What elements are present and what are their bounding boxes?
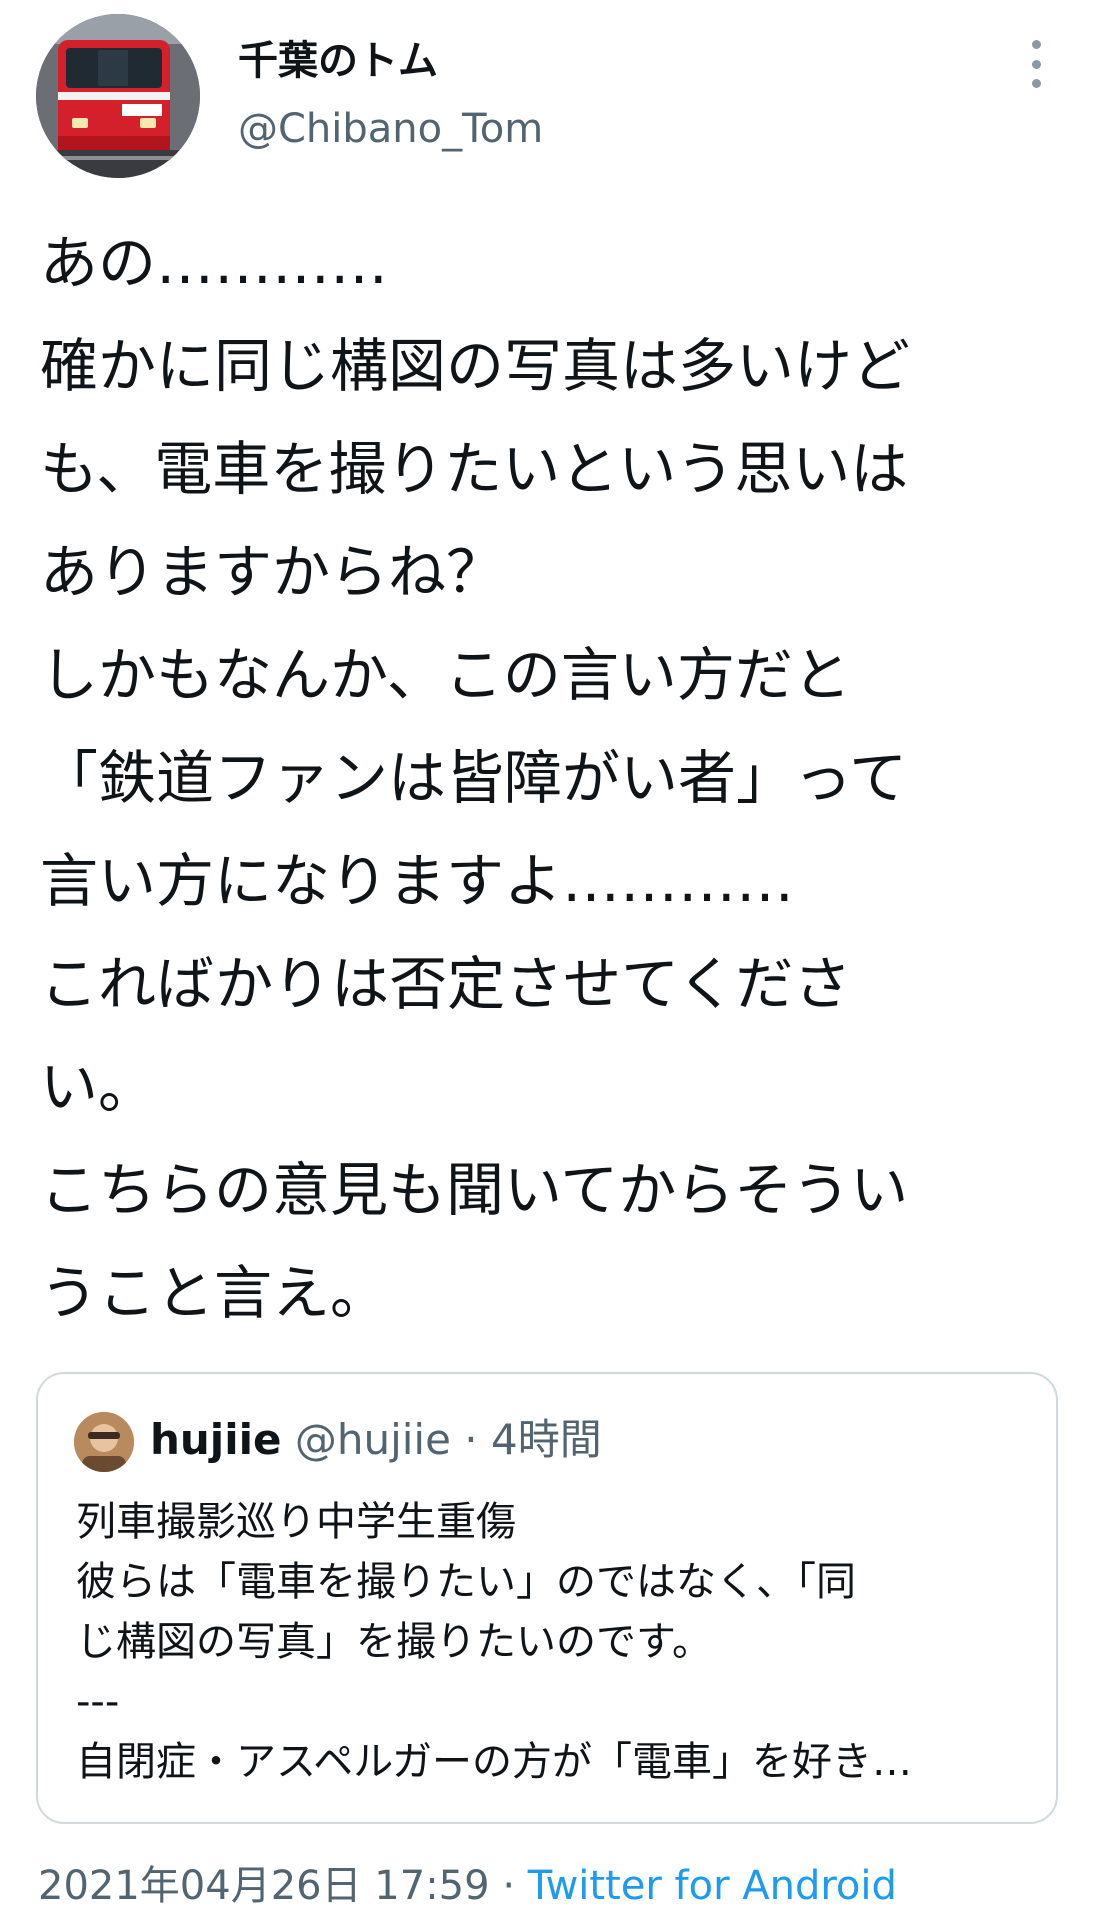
quote-header: hujiie @hujiie · 4時間 [150, 1410, 602, 1470]
quote-text: 列車撮影巡り中学生重傷 彼らは「電車を撮りたい」のではなく、「同 じ構図の写真」… [76, 1492, 1036, 1792]
quote-line: --- [76, 1679, 120, 1725]
tweet-source-link[interactable]: Twitter for Android [528, 1863, 897, 1909]
tweet-line: 言い方になりますよ………… [40, 847, 795, 915]
author-handle[interactable]: @Chibano_Tom [238, 106, 543, 152]
meta-separator: · [502, 1863, 516, 1909]
tweet-timestamp[interactable]: 2021年04月26日 17:59 [38, 1863, 490, 1909]
more-dot [1031, 79, 1041, 88]
author-display-name[interactable]: 千葉のトム [238, 28, 438, 86]
more-dot [1031, 59, 1041, 69]
quote-line: 自閉症・アスペルガーの方が「電車」を好き… [76, 1739, 912, 1785]
quoted-tweet-card[interactable]: hujiie @hujiie · 4時間 列車撮影巡り中学生重傷 彼らは「電車を… [36, 1372, 1058, 1824]
tweet-line: 「鉄道ファンは皆障がい者」って [40, 744, 908, 812]
quote-time: 4時間 [491, 1415, 602, 1464]
more-dot [1031, 40, 1041, 49]
tweet-line: こればかりは否定させてくださ [40, 950, 852, 1018]
tweet-text: あの………… 確かに同じ構図の写真は多いけど も、電車を撮りたいという思いは あ… [40, 212, 1050, 1345]
tweet-meta: 2021年04月26日 17:59 · Twitter for Android [38, 1856, 897, 1916]
quote-line: じ構図の写真」を撮りたいのです。 [76, 1619, 712, 1665]
tweet-line: い。 [40, 1053, 157, 1121]
tweet-line: も、電車を撮りたいという思いは [40, 435, 909, 503]
quote-author-name: hujiie [150, 1415, 282, 1464]
tweet-line: うこと言え。 [40, 1259, 389, 1327]
quote-separator: · [464, 1415, 478, 1464]
tweet-line: こちらの意見も聞いてからそうい [40, 1156, 909, 1224]
tweet-line: 確かに同じ構図の写真は多いけど [40, 332, 911, 400]
quote-author-handle: @hujiie [294, 1415, 451, 1464]
quote-line: 列車撮影巡り中学生重傷 [76, 1499, 516, 1545]
tweet-line: しかもなんか、この言い方だと [40, 641, 851, 709]
quote-line: 彼らは「電車を撮りたい」のではなく、「同 [76, 1559, 856, 1605]
tweet-line: ありますからね？ [40, 538, 505, 606]
quote-avatar[interactable] [74, 1412, 134, 1472]
tweet-line: あの………… [40, 229, 389, 297]
more-vertical-icon[interactable] [1010, 36, 1062, 92]
tweet-header: 千葉のトム @Chibano_Tom [0, 0, 1098, 200]
train-avatar-icon[interactable] [36, 14, 200, 178]
